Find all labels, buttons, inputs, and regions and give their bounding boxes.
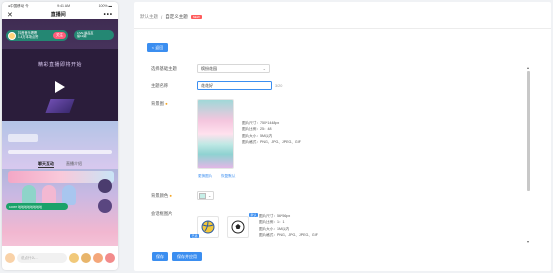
- chat-image-selected[interactable]: [197, 216, 219, 238]
- decor-strip: [8, 171, 114, 183]
- soccer-ball-icon: [231, 220, 245, 234]
- character-figure: [42, 185, 56, 205]
- scroll-thumb[interactable]: [527, 71, 530, 191]
- required-dot-icon: ●: [169, 193, 172, 198]
- save-button[interactable]: 保存: [152, 252, 168, 261]
- bg-label: 背景图 ●: [151, 101, 168, 107]
- close-icon[interactable]: ✕: [7, 11, 13, 19]
- host-likes: 1.4万本场点赞: [18, 34, 39, 39]
- name-input[interactable]: 花花好: [197, 81, 272, 90]
- breadcrumb-current: 自定义主题: [165, 14, 188, 19]
- live-rank-badge: LIVE 精品直 播12期: [74, 30, 114, 40]
- scrollbar[interactable]: ▴ ▾: [527, 65, 530, 245]
- host-info-bar: 抖音音乐嗯嗯 1.4万本场点赞 关注: [6, 30, 68, 41]
- tab-intro[interactable]: 直播介绍: [66, 161, 82, 167]
- chevron-down-icon: ⌄: [262, 66, 266, 71]
- color-label-text: 背景颜色: [151, 193, 169, 198]
- required-dot-icon: ●: [165, 101, 168, 106]
- room-tabs: 聊天互动 直播介绍: [2, 159, 118, 169]
- follow-button[interactable]: 关注: [53, 32, 66, 39]
- info-card: [8, 134, 38, 142]
- scroll-down-icon[interactable]: ▾: [527, 239, 529, 244]
- chat-info-format: 图片格式：PNG、JPG、JPEG、GIF: [259, 233, 318, 238]
- change-image-link[interactable]: 更换图片: [198, 174, 212, 179]
- theme-select[interactable]: 缤纷花园 ⌄: [197, 64, 270, 73]
- bg-info-format: 图片格式：PNG、JPG、JPEG、GIF: [242, 140, 301, 145]
- new-tag: NEW: [190, 15, 202, 19]
- clock-text: 9:41 AM: [57, 4, 70, 8]
- breadcrumb-parent[interactable]: 默认主题: [140, 14, 158, 20]
- phone-nav-bar: ✕ 直播间 •••: [2, 10, 118, 19]
- name-label: 主题名称: [151, 83, 169, 88]
- restore-default-link[interactable]: 恢复默认: [221, 174, 235, 179]
- carrier-text: ●中国移动 令: [8, 3, 29, 8]
- color-picker[interactable]: ⌄: [197, 191, 214, 200]
- name-counter: 3/20: [275, 84, 283, 88]
- progress-bar: [8, 150, 112, 154]
- bg-image-preview: [197, 99, 234, 169]
- phone-title: 直播间: [50, 12, 66, 18]
- share-icon[interactable]: [81, 253, 91, 263]
- video-text: 精彩直播即将开始: [37, 62, 82, 68]
- comment-input[interactable]: 说点什么…: [17, 253, 67, 263]
- battery-text: 100% ▬: [98, 4, 112, 8]
- emoji-icon[interactable]: [69, 253, 79, 263]
- character-figure: [22, 185, 36, 205]
- color-label: 背景颜色 ●: [151, 193, 172, 199]
- video-area: 精彩直播即将开始: [2, 49, 118, 121]
- breadcrumb-separator: /: [161, 14, 163, 20]
- play-icon[interactable]: [55, 81, 65, 93]
- more-icon[interactable]: •••: [104, 12, 113, 18]
- chat-message: 10087 哈哈哈哈哈哈哈哈: [6, 203, 68, 210]
- host-avatar: [8, 31, 16, 40]
- user-avatar: [5, 253, 15, 263]
- bg-label-text: 背景图: [151, 101, 164, 106]
- back-button[interactable]: < 返回: [147, 43, 168, 52]
- theme-label: 选择基础主题: [151, 66, 177, 71]
- chat-image-requirements: 图片尺寸：56*56px 图片比例：1：1 图片大小：1M以内 图片格式：PNG…: [259, 213, 318, 239]
- divider: [134, 28, 551, 29]
- chat-image-default[interactable]: [227, 216, 249, 238]
- theme-editor-panel: 默认主题 / 自定义主题 NEW < 返回 选择基础主题 缤纷花园 ⌄ 主题名称…: [134, 2, 551, 271]
- live-room-preview: 抖音音乐嗯嗯 1.4万本场点赞 关注 LIVE 精品直 播12期 精彩直播即将开…: [2, 19, 118, 270]
- gift-icon[interactable]: [98, 199, 112, 213]
- live-rank-line-2: 播12期: [77, 34, 87, 38]
- phone-status-bar: ●中国移动 令 9:41 AM 100% ▬: [2, 2, 118, 10]
- chevron-down-icon: ⌄: [208, 193, 212, 198]
- default-badge: 默认: [249, 213, 259, 217]
- selected-badge: 已选: [190, 234, 200, 238]
- color-swatch: [199, 192, 206, 199]
- phone-bottom-bar: 说点什么…: [2, 246, 118, 270]
- volleyball-icon: [201, 220, 215, 234]
- gift-icon[interactable]: [98, 179, 112, 193]
- bg-requirements: 图片尺寸：750*1448px 图片比例：25：48 图片大小：5M以内 图片格…: [242, 120, 301, 146]
- gift-button-icon[interactable]: [93, 253, 103, 263]
- phone-preview: ●中国移动 令 9:41 AM 100% ▬ ✕ 直播间 ••• 抖音音乐嗯嗯 …: [2, 2, 118, 270]
- character-figure: [62, 185, 76, 205]
- chat-image-label: 会话框图片: [151, 211, 173, 216]
- host-text: 抖音音乐嗯嗯 1.4万本场点赞: [18, 31, 53, 39]
- breadcrumb: 默认主题 / 自定义主题 NEW: [140, 14, 202, 20]
- scroll-up-icon[interactable]: ▴: [527, 65, 529, 70]
- stage-cube: [45, 99, 75, 113]
- tab-chat[interactable]: 聊天互动: [38, 161, 54, 168]
- like-icon[interactable]: [105, 253, 115, 263]
- theme-select-value: 缤纷花园: [201, 65, 217, 71]
- save-and-apply-button[interactable]: 保存并应用: [172, 252, 202, 261]
